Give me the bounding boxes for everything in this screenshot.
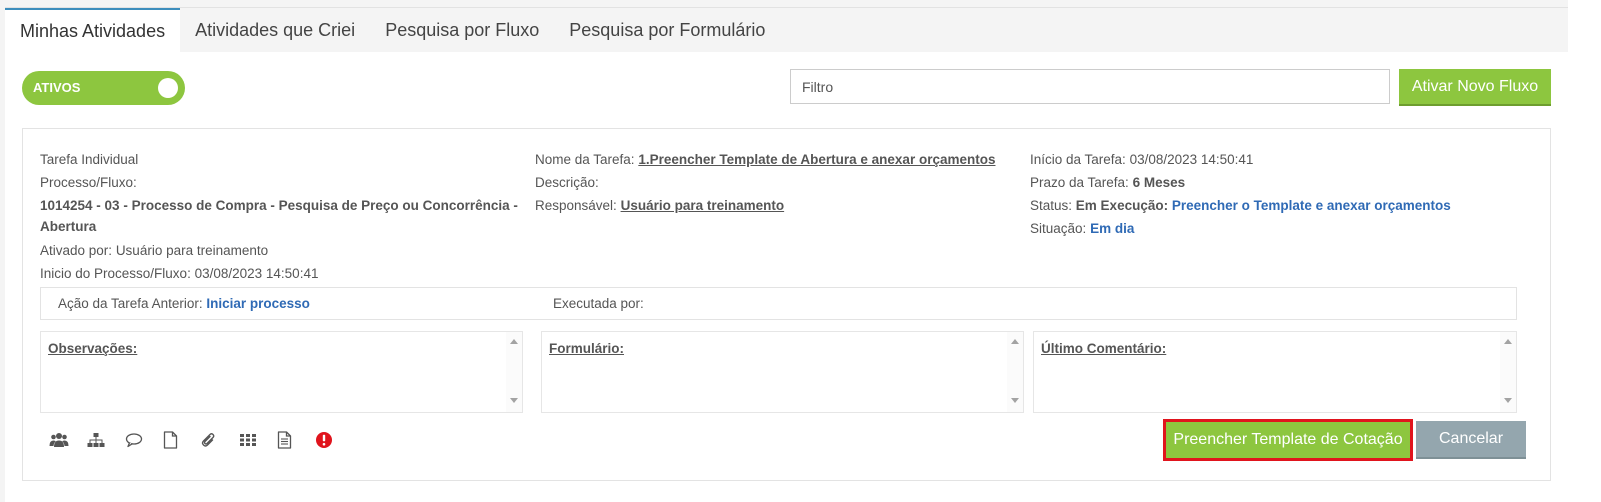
status-label: Status: [1030, 198, 1073, 213]
description-row: Descrição: [535, 171, 1015, 194]
tab-pesquisa-por-formulario[interactable]: Pesquisa por Formulário [554, 8, 780, 52]
paperclip-icon[interactable] [201, 428, 239, 452]
process-start-row: Inicio do Processo/Fluxo: 03/08/2023 14:… [40, 262, 525, 285]
task-details-column: Nome da Tarefa: 1.Preencher Template de … [535, 148, 1015, 217]
status-value: Em Execução: [1075, 198, 1169, 213]
last-comment-box[interactable]: Último Comentário: [1033, 331, 1517, 413]
file-text-icon[interactable] [277, 428, 315, 452]
situation-label: Situação: [1030, 221, 1087, 236]
activated-by-value: Usuário para treinamento [115, 243, 269, 258]
cancel-button[interactable]: Cancelar [1416, 421, 1526, 459]
activate-new-flow-button[interactable]: Ativar Novo Fluxo [1399, 69, 1551, 106]
toggle-knob [158, 78, 178, 98]
observations-scrollbar[interactable] [506, 332, 522, 412]
executed-by-label: Executada por: [553, 296, 644, 311]
previous-action-row: Ação da Tarefa Anterior: Iniciar process… [40, 287, 1517, 320]
activated-by-row: Ativado por: Usuário para treinamento [40, 239, 525, 262]
process-start-value: 03/08/2023 14:50:41 [194, 266, 319, 281]
scroll-down-icon[interactable] [510, 398, 518, 403]
org-chart-icon[interactable] [87, 428, 125, 452]
fill-template-label: Preencher Template de Cotação [1173, 431, 1403, 448]
task-card: Tarefa Individual Processo/Fluxo: 101425… [22, 128, 1551, 481]
task-name-row: Nome da Tarefa: 1.Preencher Template de … [535, 148, 1015, 171]
document-icon[interactable] [163, 428, 201, 452]
users-icon[interactable] [49, 428, 87, 452]
task-status-column: Início da Tarefa: 03/08/2023 14:50:41 Pr… [1030, 148, 1530, 240]
task-name-link[interactable]: 1.Preencher Template de Abertura e anexa… [638, 152, 995, 167]
tab-pesquisa-por-fluxo[interactable]: Pesquisa por Fluxo [370, 8, 554, 52]
scroll-down-icon[interactable] [1504, 398, 1512, 403]
form-title: Formulário: [549, 341, 625, 356]
process-label: Processo/Fluxo: [40, 175, 137, 190]
main-content: ATIVOS Ativar Novo Fluxo Tarefa Individu… [5, 52, 1568, 502]
form-scrollbar[interactable] [1007, 332, 1023, 412]
situation-value: Em dia [1090, 221, 1135, 236]
toggle-label: ATIVOS [33, 80, 81, 95]
grid-icon[interactable] [239, 428, 277, 452]
tab-bar: Minhas Atividades Atividades que Criei P… [5, 8, 780, 52]
comment-icon[interactable] [125, 428, 163, 452]
deadline-value: 6 Meses [1132, 175, 1186, 190]
responsible-link[interactable]: Usuário para treinamento [621, 198, 785, 213]
task-start-label: Início da Tarefa: [1030, 152, 1126, 167]
observations-title: Observações: [48, 341, 138, 356]
scroll-up-icon[interactable] [1011, 339, 1019, 344]
last-comment-title: Último Comentário: [1041, 341, 1167, 356]
last-comment-scrollbar[interactable] [1500, 332, 1516, 412]
task-type: Tarefa Individual [40, 152, 139, 167]
scroll-up-icon[interactable] [510, 339, 518, 344]
status-detail-link[interactable]: Preencher o Template e anexar orçamentos [1172, 198, 1451, 213]
process-name: 1014254 - 03 - Processo de Compra - Pesq… [40, 198, 518, 234]
page-wrapper: Minhas Atividades Atividades que Criei P… [0, 0, 1568, 502]
filter-input[interactable] [790, 69, 1390, 104]
task-start-row: Início da Tarefa: 03/08/2023 14:50:41 [1030, 148, 1530, 171]
status-row: Status: Em Execução: Preencher o Templat… [1030, 194, 1530, 217]
task-process-column: Tarefa Individual Processo/Fluxo: 101425… [40, 148, 525, 285]
previous-action-link[interactable]: Iniciar processo [206, 296, 310, 311]
deadline-row: Prazo da Tarefa: 6 Meses [1030, 171, 1530, 194]
responsible-label: Responsável: [535, 198, 617, 213]
alert-icon[interactable] [315, 428, 353, 452]
scroll-up-icon[interactable] [1504, 339, 1512, 344]
scroll-down-icon[interactable] [1011, 398, 1019, 403]
task-name-label: Nome da Tarefa: [535, 152, 635, 167]
form-box[interactable]: Formulário: [541, 331, 1024, 413]
activated-by-label: Ativado por: [40, 243, 113, 258]
previous-action-label: Ação da Tarefa Anterior: [58, 296, 203, 311]
process-start-label: Inicio do Processo/Fluxo: [40, 266, 191, 281]
action-icons [49, 428, 353, 452]
tab-atividades-que-criei[interactable]: Atividades que Criei [180, 8, 370, 52]
task-start-value: 03/08/2023 14:50:41 [1129, 152, 1254, 167]
deadline-label: Prazo da Tarefa: [1030, 175, 1129, 190]
responsible-row: Responsável: Usuário para treinamento [535, 194, 1015, 217]
tab-minhas-atividades[interactable]: Minhas Atividades [5, 8, 181, 52]
active-toggle[interactable]: ATIVOS [22, 71, 185, 105]
fill-quotation-template-button[interactable]: Preencher Template de Cotação [1163, 419, 1413, 461]
description-label: Descrição: [535, 175, 599, 190]
observations-box[interactable]: Observações: [40, 331, 523, 413]
situation-row: Situação: Em dia [1030, 217, 1530, 240]
